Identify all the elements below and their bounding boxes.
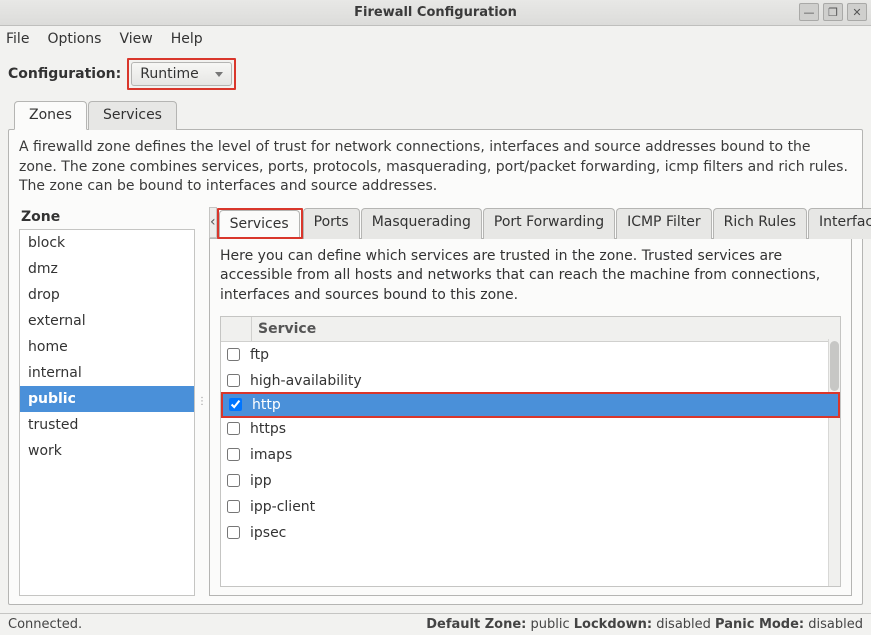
tab-scroll-left[interactable]: ‹ xyxy=(209,207,217,238)
service-label: imaps xyxy=(250,447,292,463)
service-row-imaps[interactable]: imaps xyxy=(221,442,840,468)
service-checkbox-ipsec[interactable] xyxy=(227,526,240,539)
menu-view[interactable]: View xyxy=(119,31,152,47)
zone-item-public[interactable]: public xyxy=(20,386,194,412)
services-table: Service ftp high-availability http https ima… xyxy=(220,316,841,587)
zone-column-header: Zone xyxy=(19,207,195,229)
status-connected: Connected. xyxy=(8,617,82,632)
inner-tab-masquerading[interactable]: Masquerading xyxy=(361,208,482,239)
zone-item-block[interactable]: block xyxy=(20,230,194,256)
maximize-button[interactable]: ❐ xyxy=(823,3,843,21)
service-checkbox-ftp[interactable] xyxy=(227,348,240,361)
inner-tab-ports[interactable]: Ports xyxy=(303,208,360,239)
tab-zones[interactable]: Zones xyxy=(14,101,87,130)
window-title: Firewall Configuration xyxy=(0,5,871,20)
menu-help[interactable]: Help xyxy=(171,31,203,47)
inner-tab-icmp-filter[interactable]: ICMP Filter xyxy=(616,208,712,239)
inner-tab-interfaces[interactable]: Interfaces xyxy=(808,208,871,239)
service-label: ipp-client xyxy=(250,499,315,515)
service-label: https xyxy=(250,421,286,437)
service-row-ftp[interactable]: ftp xyxy=(221,342,840,368)
zone-item-dmz[interactable]: dmz xyxy=(20,256,194,282)
zone-item-external[interactable]: external xyxy=(20,308,194,334)
service-label: ipsec xyxy=(250,525,286,541)
service-name-column: Service xyxy=(251,317,840,341)
configuration-label: Configuration: xyxy=(8,66,121,82)
services-tab-highlight: Services xyxy=(217,208,303,239)
vertical-scrollbar[interactable] xyxy=(828,339,840,586)
service-row-http[interactable]: http xyxy=(221,392,840,418)
status-right: Default Zone: public Lockdown: disabled … xyxy=(426,617,863,632)
zone-item-work[interactable]: work xyxy=(20,438,194,464)
zone-item-trusted[interactable]: trusted xyxy=(20,412,194,438)
service-row-high-availability[interactable]: high-availability xyxy=(221,368,840,394)
inner-tab-services[interactable]: Services xyxy=(219,210,300,237)
service-row-ipp-client[interactable]: ipp-client xyxy=(221,494,840,520)
service-checkbox-high-availability[interactable] xyxy=(227,374,240,387)
titlebar: Firewall Configuration — ❐ ✕ xyxy=(0,0,871,26)
menu-file[interactable]: File xyxy=(6,31,29,47)
minimize-button[interactable]: — xyxy=(799,3,819,21)
inner-tabs: ServicesPortsMasqueradingPort Forwarding… xyxy=(217,208,871,239)
zone-item-internal[interactable]: internal xyxy=(20,360,194,386)
service-checkbox-https[interactable] xyxy=(227,422,240,435)
configuration-dropdown[interactable]: Runtime xyxy=(131,62,231,86)
service-label: ftp xyxy=(250,347,269,363)
tab-services[interactable]: Services xyxy=(88,101,177,130)
zones-panel: A firewalld zone defines the level of tr… xyxy=(8,129,863,605)
menubar: File Options View Help xyxy=(0,26,871,52)
inner-tab-rich-rules[interactable]: Rich Rules xyxy=(713,208,807,239)
zone-description: A firewalld zone defines the level of tr… xyxy=(19,138,852,197)
service-row-https[interactable]: https xyxy=(221,416,840,442)
service-label: http xyxy=(252,397,281,413)
services-panel: Here you can define which services are t… xyxy=(209,238,852,596)
menu-options[interactable]: Options xyxy=(47,31,101,47)
service-checkbox-ipp[interactable] xyxy=(227,474,240,487)
inner-tab-port-forwarding[interactable]: Port Forwarding xyxy=(483,208,615,239)
service-row-ipp[interactable]: ipp xyxy=(221,468,840,494)
zone-item-home[interactable]: home xyxy=(20,334,194,360)
configuration-value: Runtime xyxy=(140,66,198,82)
zone-list[interactable]: blockdmzdropexternalhomeinternalpublictr… xyxy=(19,229,195,596)
configuration-row: Configuration: Runtime xyxy=(0,52,871,100)
configuration-highlight: Runtime xyxy=(127,58,235,90)
service-row-ipsec[interactable]: ipsec xyxy=(221,520,840,546)
chevron-down-icon xyxy=(215,72,223,77)
service-check-column xyxy=(221,317,251,341)
service-checkbox-ipp-client[interactable] xyxy=(227,500,240,513)
service-checkbox-imaps[interactable] xyxy=(227,448,240,461)
service-label: ipp xyxy=(250,473,272,489)
zone-item-drop[interactable]: drop xyxy=(20,282,194,308)
main-tabs: Zones Services xyxy=(0,101,871,130)
services-body: ftp high-availability http https imaps ipp ipp… xyxy=(221,342,840,586)
services-description: Here you can define which services are t… xyxy=(220,247,841,306)
splitter-handle[interactable]: ⋮ xyxy=(199,207,205,596)
service-checkbox-http[interactable] xyxy=(229,398,242,411)
service-label: high-availability xyxy=(250,373,362,389)
close-button[interactable]: ✕ xyxy=(847,3,867,21)
scrollbar-thumb[interactable] xyxy=(830,341,839,391)
